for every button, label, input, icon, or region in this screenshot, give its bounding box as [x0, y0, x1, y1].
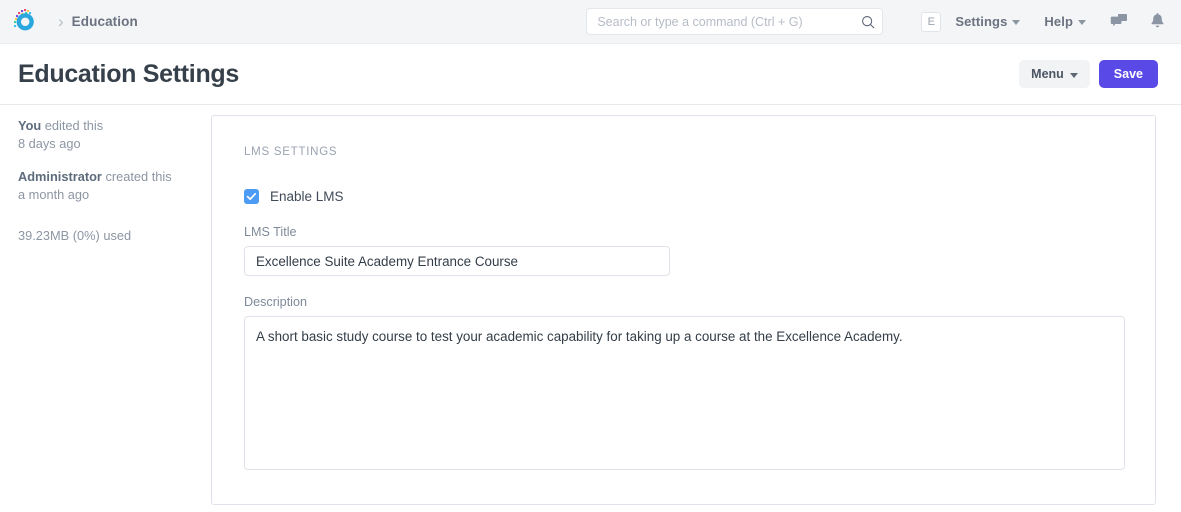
bell-icon[interactable] — [1150, 13, 1165, 30]
sidebar-edited-info: You edited this 8 days ago — [18, 117, 193, 153]
section-heading-lms-settings: LMS Settings — [244, 146, 1125, 158]
page-title: Education Settings — [18, 60, 239, 89]
breadcrumb-chevron-icon: › — [58, 13, 64, 30]
enable-lms-row[interactable]: Enable LMS — [244, 189, 1125, 204]
sidebar-created-user[interactable]: Administrator — [18, 169, 102, 184]
chevron-down-icon — [1078, 20, 1086, 25]
breadcrumb-education[interactable]: Education — [72, 14, 138, 29]
top-navbar: › Education E Settings Help — [0, 0, 1181, 44]
sidebar-created-text: created this — [102, 169, 172, 184]
sidebar: You edited this 8 days ago Administrator… — [0, 115, 211, 245]
enable-lms-label: Enable LMS — [270, 189, 344, 204]
description-label: Description — [244, 295, 1125, 309]
page-body: You edited this 8 days ago Administrator… — [0, 105, 1181, 505]
sidebar-edited-user[interactable]: You — [18, 118, 41, 133]
avatar[interactable]: E — [921, 12, 941, 32]
menu-button[interactable]: Menu — [1019, 60, 1090, 88]
sidebar-created-time: a month ago — [18, 186, 193, 204]
sidebar-created-line: Administrator created this — [18, 168, 193, 186]
lms-title-input[interactable] — [244, 246, 670, 276]
sidebar-edited-time: 8 days ago — [18, 135, 193, 153]
page-title-bar: Education Settings Menu Save — [0, 44, 1181, 104]
chevron-down-icon — [1070, 73, 1078, 78]
nav-help-menu[interactable]: Help — [1044, 14, 1086, 29]
enable-lms-checkbox[interactable] — [244, 189, 259, 204]
lms-settings-card: LMS Settings Enable LMS LMS Title Descri… — [211, 115, 1156, 505]
sidebar-edited-line: You edited this — [18, 117, 193, 135]
search-input[interactable] — [586, 8, 883, 35]
sidebar-created-info: Administrator created this a month ago — [18, 168, 193, 204]
brand-logo-icon[interactable] — [10, 7, 40, 37]
search-box[interactable] — [586, 8, 883, 35]
description-textarea[interactable] — [244, 316, 1125, 470]
lms-title-field-group: LMS Title — [244, 225, 1125, 276]
checkmark-icon — [246, 191, 257, 202]
sidebar-edited-text: edited this — [41, 118, 103, 133]
save-button[interactable]: Save — [1099, 60, 1158, 88]
chevron-down-icon — [1012, 20, 1020, 25]
chat-bubbles-icon[interactable] — [1110, 13, 1128, 30]
nav-settings-menu[interactable]: Settings — [955, 14, 1020, 29]
sidebar-storage-usage: 39.23MB (0%) used — [18, 227, 193, 245]
menu-button-label: Menu — [1031, 67, 1064, 81]
description-field-group: Description — [244, 295, 1125, 470]
nav-settings-label: Settings — [955, 14, 1007, 29]
lms-title-label: LMS Title — [244, 225, 1125, 239]
nav-help-label: Help — [1044, 14, 1073, 29]
